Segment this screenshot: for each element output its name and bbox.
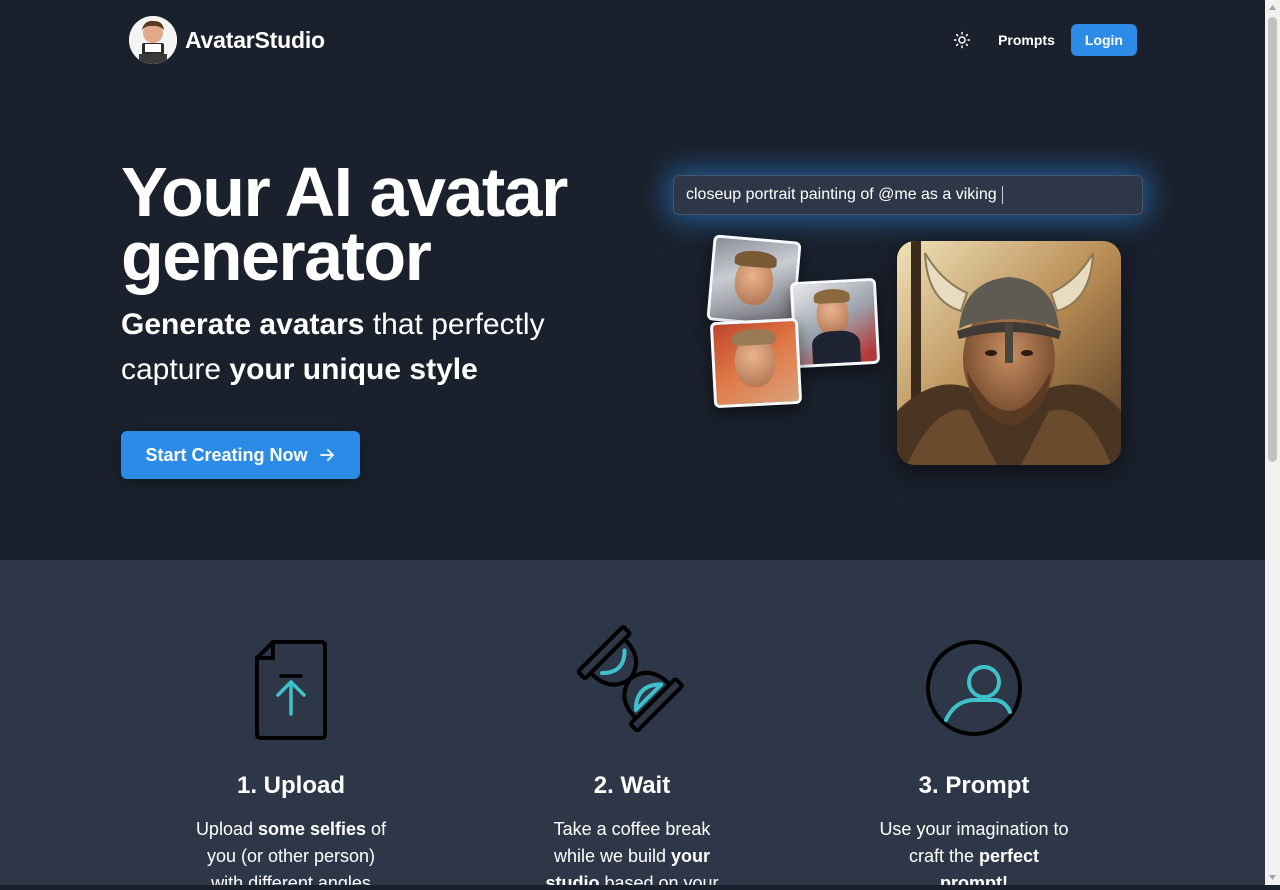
theme-toggle-button[interactable]: [946, 24, 978, 56]
viking-avatar-image: [897, 241, 1121, 465]
scroll-down-arrow[interactable]: [1265, 870, 1280, 885]
hero-title: Your AI avatar generator: [121, 153, 568, 295]
brand-name: AvatarStudio: [185, 26, 325, 53]
step-title: 1. Upload: [236, 772, 345, 799]
logo-link[interactable]: AvatarStudio: [129, 16, 325, 64]
start-creating-button[interactable]: Start Creating Now: [121, 431, 360, 479]
upload-file-icon: [251, 638, 331, 747]
prompt-demo-text: closeup portrait painting of @me as a vi…: [686, 186, 997, 203]
hourglass-icon: [562, 611, 701, 750]
login-button[interactable]: Login: [1070, 24, 1137, 56]
hero-subtitle-strong-1: Generate avatars: [121, 308, 365, 341]
step-description: Take a coffee break while we build your …: [532, 816, 732, 885]
hero-subtitle: Generate avatars that perfectly capture …: [121, 302, 621, 392]
step-title: 3. Prompt: [918, 772, 1030, 799]
header: AvatarStudio Prompts Login: [0, 0, 1265, 80]
vertical-scrollbar[interactable]: [1265, 0, 1280, 885]
selfie-thumbnail: [706, 234, 802, 328]
sun-icon: [953, 31, 971, 49]
how-it-works-section: 1. Upload Upload some selfies of you (or…: [0, 560, 1265, 885]
step-description: Upload some selfies of you (or other per…: [191, 816, 391, 885]
step-desc-strong: some selfies: [257, 819, 367, 839]
prompts-link[interactable]: Prompts: [998, 32, 1055, 48]
user-circle-icon: [924, 638, 1024, 743]
step-desc-text: Use your imagination to craft the: [879, 819, 1069, 866]
scrollbar-thumb[interactable]: [1268, 17, 1277, 462]
hero-subtitle-strong-2: your unique style: [229, 353, 478, 386]
selfie-thumbnail: [789, 277, 881, 369]
step-description: Use your imagination to craft the perfec…: [874, 816, 1074, 885]
selfie-thumbnail: [709, 317, 803, 409]
step-desc-text: based on your: [599, 873, 719, 885]
step-desc-text: Upload: [195, 819, 258, 839]
page: AvatarStudio Prompts Login Your AI avata…: [0, 0, 1265, 885]
scroll-up-arrow[interactable]: [1265, 0, 1280, 15]
start-creating-label: Start Creating Now: [145, 444, 308, 465]
text-caret: [1001, 186, 1003, 204]
logo-avatar-image: [129, 16, 177, 64]
arrow-right-icon: [319, 448, 334, 462]
nav: Prompts Login: [946, 24, 1137, 56]
prompt-demo-input: closeup portrait painting of @me as a vi…: [673, 175, 1143, 215]
step-title: 2. Wait: [593, 772, 671, 799]
